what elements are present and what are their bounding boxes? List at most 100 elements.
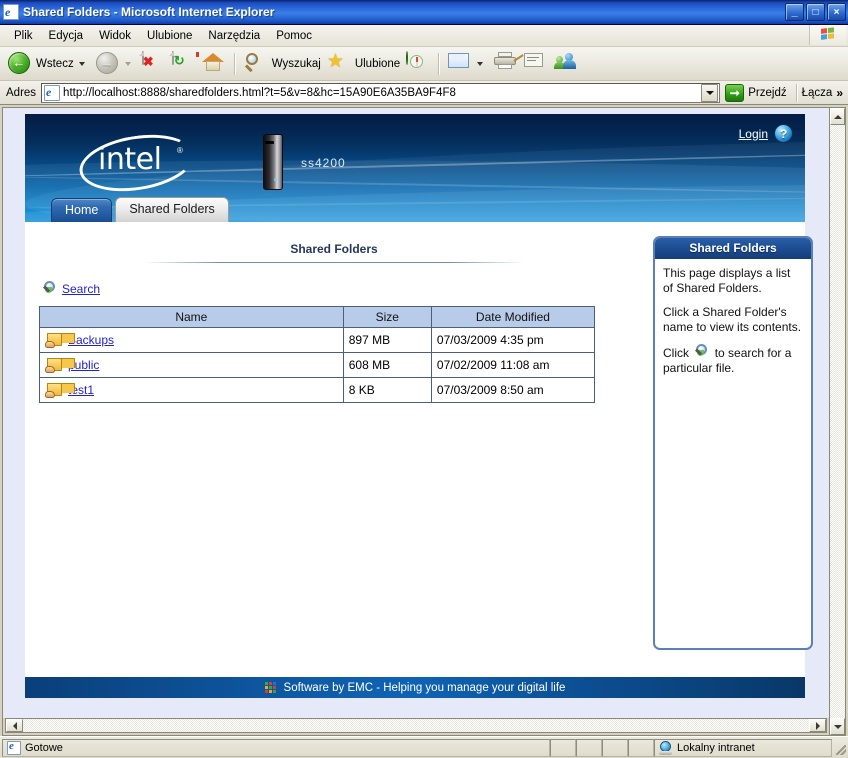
help-panel-title: Shared Folders — [655, 238, 811, 259]
refresh-icon: ↻ — [171, 50, 185, 68]
ie-page-icon: e — [44, 84, 61, 101]
forward-dropdown-icon[interactable] — [124, 61, 131, 66]
help-panel: Shared Folders This page displays a list… — [653, 236, 813, 650]
go-button[interactable]: ➞ Przejdź — [720, 83, 791, 102]
scroll-left-icon — [12, 721, 17, 730]
maximize-icon: □ — [812, 6, 819, 18]
table-row: test1 8 KB 07/03/2009 8:50 am — [39, 377, 596, 403]
horizontal-scroll-track[interactable] — [23, 719, 809, 732]
edit-button[interactable] — [513, 51, 551, 77]
scroll-down-button[interactable] — [830, 718, 845, 735]
status-text: Gotowe — [25, 741, 63, 754]
menu-item-widok[interactable]: Widok — [91, 28, 139, 44]
search-button[interactable]: Wyszukaj — [241, 51, 324, 77]
back-label: Wstecz — [36, 57, 74, 70]
horizontal-scrollbar[interactable] — [5, 718, 827, 733]
column-header-date: Date Modified — [430, 306, 596, 328]
favorites-label: Ulubione — [354, 57, 401, 70]
vertical-scroll-track[interactable] — [830, 125, 845, 718]
document-frame: intel ® ss4200 Login ? Home Shared Folde… — [2, 107, 829, 736]
address-label: Adres — [6, 86, 37, 99]
status-pane-3 — [602, 738, 628, 757]
address-dropdown-button[interactable] — [701, 83, 719, 102]
shared-folders-table: Name Size Date Modified Backups 897 MB 0… — [39, 306, 596, 403]
menu-item-pomoc[interactable]: Pomoc — [268, 28, 320, 44]
go-label: Przejdź — [748, 86, 787, 99]
menu-item-plik[interactable]: Plik — [6, 28, 41, 44]
stop-button[interactable]: ✖ — [139, 50, 169, 77]
minimize-button[interactable]: _ — [785, 3, 804, 21]
page-viewport: intel ® ss4200 Login ? Home Shared Folde… — [3, 108, 829, 718]
address-url-text: http://localhost:8888/sharedfolders.html… — [63, 86, 456, 99]
maximize-button[interactable]: □ — [806, 3, 825, 21]
resize-grip[interactable] — [832, 739, 848, 757]
back-arrow-icon: ← — [8, 51, 32, 76]
mail-button[interactable] — [445, 51, 491, 77]
close-button[interactable]: × — [827, 3, 846, 21]
mail-icon — [448, 52, 472, 76]
help-panel-body: This page displays a list of Shared Fold… — [655, 259, 811, 392]
printer-icon — [494, 51, 518, 76]
mail-dropdown-icon[interactable] — [477, 61, 484, 66]
heading-divider — [144, 262, 524, 263]
table-row: public 608 MB 07/02/2009 11:08 am — [39, 352, 596, 378]
login-link[interactable]: Login — [739, 127, 768, 141]
status-pane-4 — [628, 738, 654, 757]
print-button[interactable] — [491, 51, 521, 77]
web-page: intel ® ss4200 Login ? Home Shared Folde… — [25, 114, 813, 698]
scroll-left-button[interactable] — [6, 719, 23, 732]
intel-banner: intel ® ss4200 Login ? Home Shared Folde… — [25, 114, 805, 222]
search-action[interactable]: Search — [41, 281, 643, 297]
column-header-size: Size — [342, 306, 432, 328]
cell-size: 608 MB — [342, 352, 432, 378]
star-icon: ★ — [326, 50, 344, 72]
browser-window: e Shared Folders - Microsoft Internet Ex… — [0, 0, 848, 758]
shared-folder-icon — [45, 382, 75, 398]
help-question-icon[interactable]: ? — [774, 124, 793, 143]
browser-toolbar: ← Wstecz → ✖ ↻ Wyszukaj ★ Ulubione — [0, 47, 848, 81]
forward-button[interactable]: → — [93, 51, 139, 77]
tab-shared-folders[interactable]: Shared Folders — [115, 196, 229, 222]
menu-item-narzedzia[interactable]: Narzędzia — [200, 28, 268, 44]
stop-icon: ✖ — [141, 50, 166, 76]
search-magnifier-icon — [693, 344, 710, 360]
search-label: Wyszukaj — [271, 57, 321, 70]
scroll-up-button[interactable] — [830, 108, 845, 125]
scroll-right-button[interactable] — [809, 719, 826, 732]
messenger-button[interactable] — [551, 51, 581, 77]
table-header-row: Name Size Date Modified — [39, 306, 596, 328]
vertical-scrollbar[interactable] — [829, 107, 846, 736]
tab-home[interactable]: Home — [51, 197, 113, 222]
scroll-up-icon — [833, 114, 842, 119]
links-label[interactable]: Łącza — [802, 87, 833, 99]
menu-item-edycja[interactable]: Edycja — [41, 28, 92, 44]
windows-flag-icon — [809, 25, 846, 45]
status-pane: e Gotowe — [2, 738, 550, 757]
security-zone-pane[interactable]: Lokalny intranet — [654, 738, 832, 757]
history-button[interactable] — [403, 50, 433, 77]
column-header-name: Name — [39, 306, 344, 328]
history-compass-icon — [406, 50, 430, 76]
cell-size: 8 KB — [342, 377, 432, 403]
shared-folder-icon — [45, 357, 75, 373]
favorites-button[interactable]: ★ Ulubione — [324, 51, 403, 77]
back-button[interactable]: ← Wstecz — [5, 51, 93, 77]
search-link[interactable]: Search — [62, 282, 100, 296]
cell-name: Backups — [39, 327, 344, 353]
cell-name: public — [39, 352, 344, 378]
side-column: Shared Folders This page displays a list… — [643, 232, 813, 677]
menu-item-ulubione[interactable]: Ulubione — [139, 28, 200, 44]
status-pane-2 — [576, 738, 602, 757]
help-paragraph-3: Click to search for a particular file. — [663, 344, 803, 376]
intel-logo: intel ® — [75, 127, 199, 199]
address-input[interactable]: e http://localhost:8888/sharedfolders.ht… — [41, 82, 721, 103]
status-bar: e Gotowe Lokalny intranet — [0, 736, 848, 758]
back-dropdown-icon[interactable] — [78, 61, 85, 66]
table-row: Backups 897 MB 07/03/2009 4:35 pm — [39, 327, 596, 353]
close-icon: × — [833, 6, 840, 18]
double-chevron-icon[interactable]: » — [836, 86, 843, 100]
home-button[interactable] — [195, 51, 229, 77]
go-arrow-icon: ➞ — [725, 83, 745, 102]
shared-folder-icon — [45, 332, 75, 348]
refresh-button[interactable]: ↻ — [169, 50, 199, 77]
